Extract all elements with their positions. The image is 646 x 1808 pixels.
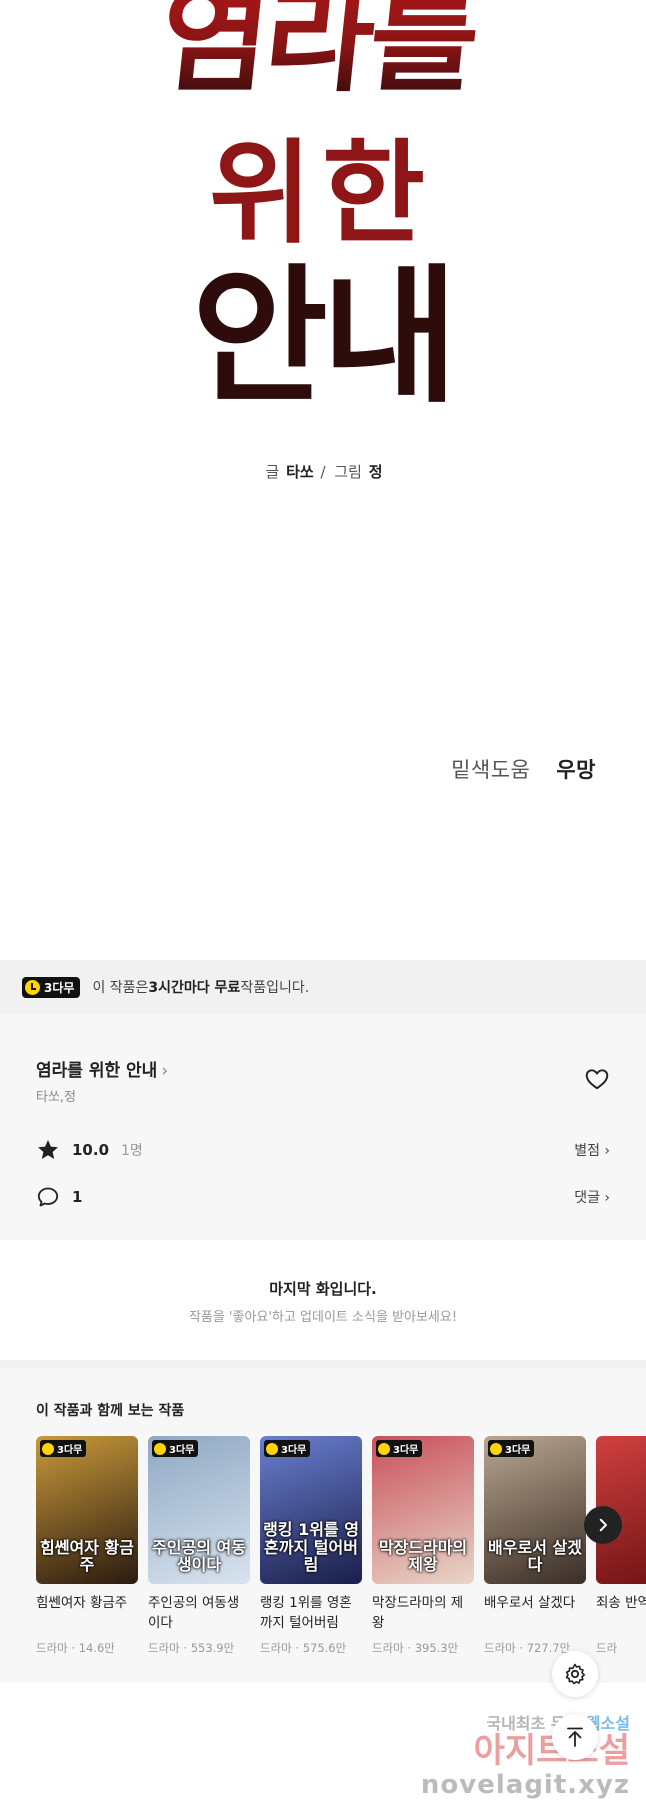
clock-icon — [266, 1442, 278, 1455]
wait-free-badge: 3다무 — [40, 1440, 87, 1457]
cover-title: 주인공의 여동생이다 — [152, 1537, 246, 1575]
title-line-3: 안내 — [192, 249, 452, 420]
series-title-link[interactable]: 염라를 위한 안내 › — [36, 1056, 168, 1081]
wait-free-badge-label: 3다무 — [169, 1445, 195, 1456]
wait-free-badge-label: 3다무 — [505, 1445, 531, 1456]
rating-row: 10.0 1명 별점 › — [36, 1136, 610, 1164]
recommendation-name: 랭킹 1위를 영혼까지 털어버림 — [260, 1595, 352, 1631]
wait-free-badge: 3다무 — [22, 976, 81, 998]
clock-icon — [154, 1442, 166, 1455]
recommendations-carousel: 3다무 힘쎈여자 황금주 힘쎈여자 황금주 드라마 · 14.6만 3다무 주인공의 여동… — [36, 1436, 646, 1676]
cover-thumbnail: 3다무랭킹 1위를 영혼까지 털어버림 — [260, 1436, 362, 1584]
section-divider — [0, 1360, 646, 1368]
credits: 글 타쏘 / 그림 정 — [0, 461, 646, 482]
writer-label: 글 — [265, 463, 280, 481]
rating-link[interactable]: 별점 › — [574, 1140, 610, 1160]
watermark-line-3: novelagit.xyz — [420, 1770, 630, 1800]
cover-title: 힘쎈여자 황금주 — [40, 1537, 134, 1575]
recommendation-card[interactable]: 3다무 주인공의 여동생이다 주인공의 여동생이다 드라마 · 553.9만 — [148, 1436, 250, 1656]
series-title: 염라를 위한 안내 — [36, 1061, 158, 1081]
cover-title: 랭킹 1위를 영혼까지 털어버림 — [263, 1520, 359, 1575]
rating-value: 10.0 — [72, 1141, 110, 1159]
recommendation-meta: 드라마 · 553.9만 — [148, 1641, 235, 1655]
rating-count: 1명 — [121, 1143, 143, 1159]
last-episode-title: 마지막 화입니다. — [269, 1280, 377, 1298]
watermark-line-1: 국내최초 무료 웹소설 — [421, 1710, 630, 1734]
wait-free-badge-label: 3다무 — [44, 980, 75, 995]
watermark: 국내최초 무료 웹소설 아지트소설 novelagit.xyz — [421, 1710, 630, 1800]
recommendations-section: 이 작품과 함께 보는 작품 3다무 힘쎈여자 황금주 힘쎈여자 황금주 드라마 · … — [0, 1368, 646, 1683]
wait-free-badge: 3다무 — [488, 1440, 535, 1457]
series-authors: 타쏘,정 — [36, 1090, 77, 1105]
recommendation-meta: 드라마 · 575.6만 — [260, 1641, 347, 1655]
comic-panel: 염라를 위한 안내 글 타쏘 / 그림 정 밑색도움 우망 — [0, 0, 646, 960]
wait-free-badge: 3다무 — [152, 1440, 199, 1457]
clock-icon — [378, 1442, 390, 1455]
banner-text-suffix: 작품입니다. — [240, 980, 310, 996]
recommendation-meta: 드라마 · 14.6만 — [36, 1641, 115, 1655]
title-line-1: 염라를 — [154, 0, 482, 108]
carousel-next-button[interactable] — [584, 1506, 622, 1544]
wait-free-badge: 3다무 — [264, 1440, 311, 1457]
recommendation-name: 배우로서 살겠다 — [484, 1595, 576, 1611]
assistant-credit: 밑색도움 우망 — [451, 754, 596, 784]
series-info: 염라를 위한 안내 › 타쏘,정 10.0 1명 별점 › 1 댓글 › — [0, 1014, 646, 1240]
title-calligraphy: 염라를 위한 안내 — [154, 0, 482, 420]
comments-link[interactable]: 댓글 › — [574, 1187, 610, 1207]
cover-thumbnail: 3다무배우로서 살겠다 — [484, 1436, 586, 1584]
recommendation-name: 막장드라마의 제왕 — [372, 1595, 464, 1631]
chevron-right-icon: › — [161, 1061, 169, 1081]
scroll-top-button[interactable] — [552, 1714, 598, 1760]
artist-name: 정 — [368, 463, 383, 481]
cover-title: 막장드라마의 제왕 — [378, 1537, 468, 1575]
heart-icon[interactable] — [584, 1066, 610, 1092]
free-banner: 3다무 이 작품은 3시간마다 무료 작품입니다. — [0, 960, 646, 1014]
recommendation-meta: 드라마 · 395.3만 — [372, 1641, 459, 1655]
banner-text-bold: 3시간마다 무료 — [148, 980, 241, 996]
recommendation-meta: 드라 — [596, 1641, 618, 1655]
comment-icon — [37, 1187, 59, 1207]
assistant-name: 우망 — [556, 758, 596, 782]
clock-icon — [25, 979, 40, 995]
wait-free-badge-label: 3다무 — [393, 1445, 419, 1456]
recommendation-name: 주인공의 여동생이다 — [148, 1595, 240, 1631]
settings-button[interactable] — [552, 1651, 598, 1697]
last-episode-notice: 마지막 화입니다. 작품을 '좋아요'하고 업데이트 소식을 받아보세요! — [0, 1240, 646, 1360]
cover-thumbnail: 3다무주인공의 여동생이다 — [148, 1436, 250, 1584]
recommendation-name: 죄송 반역 — [596, 1595, 646, 1611]
assistant-role: 밑색도움 — [451, 758, 531, 782]
cover-thumbnail: 3다무힘쎈여자 황금주 — [36, 1436, 138, 1584]
credits-separator: / — [320, 463, 326, 481]
title-line-2: 위한 — [209, 128, 435, 259]
recommendation-card[interactable]: 3다무 배우로서 살겠다 배우로서 살겠다 드라마 · 727.7만 — [484, 1436, 586, 1656]
recommendation-name: 힘쎈여자 황금주 — [36, 1595, 128, 1611]
comments-row: 1 댓글 › — [36, 1183, 610, 1211]
writer-name: 타쏘 — [286, 463, 314, 481]
artist-label: 그림 — [334, 463, 362, 481]
cover-title: 배우로서 살겠다 — [488, 1537, 582, 1575]
clock-icon — [490, 1442, 502, 1455]
last-episode-subtitle: 작품을 '좋아요'하고 업데이트 소식을 받아보세요! — [188, 1310, 458, 1325]
wait-free-badge-label: 3다무 — [281, 1445, 307, 1456]
cover-thumbnail: 3다무막장드라마의 제왕 — [372, 1436, 474, 1584]
footer: 국내최초 무료 웹소설 아지트소설 novelagit.xyz — [0, 1683, 646, 1808]
arrow-up-icon — [567, 1727, 583, 1747]
gear-icon — [565, 1663, 586, 1685]
recommendation-card[interactable]: 3다무 랭킹 1위를 영혼까지 털어버림 랭킹 1위를 영혼까지 털어버림 드라마 ·… — [260, 1436, 362, 1656]
star-icon — [38, 1140, 58, 1159]
banner-text-prefix: 이 작품은 — [92, 980, 149, 996]
chevron-right-icon — [599, 1518, 607, 1532]
recommendations-title: 이 작품과 함께 보는 작품 — [36, 1403, 185, 1419]
comment-count: 1 — [72, 1188, 83, 1206]
recommendation-card[interactable]: 3다무 막장드라마의 제왕 막장드라마의 제왕 드라마 · 395.3만 — [372, 1436, 474, 1656]
recommendation-card[interactable]: 죄송 반역드라 — [596, 1436, 646, 1656]
recommendation-card[interactable]: 3다무 힘쎈여자 황금주 힘쎈여자 황금주 드라마 · 14.6만 — [36, 1436, 138, 1656]
watermark-line-2: 아지트소설 — [473, 1731, 630, 1772]
wait-free-badge-label: 3다무 — [57, 1445, 83, 1456]
clock-icon — [42, 1442, 54, 1455]
wait-free-badge: 3다무 — [376, 1440, 423, 1457]
